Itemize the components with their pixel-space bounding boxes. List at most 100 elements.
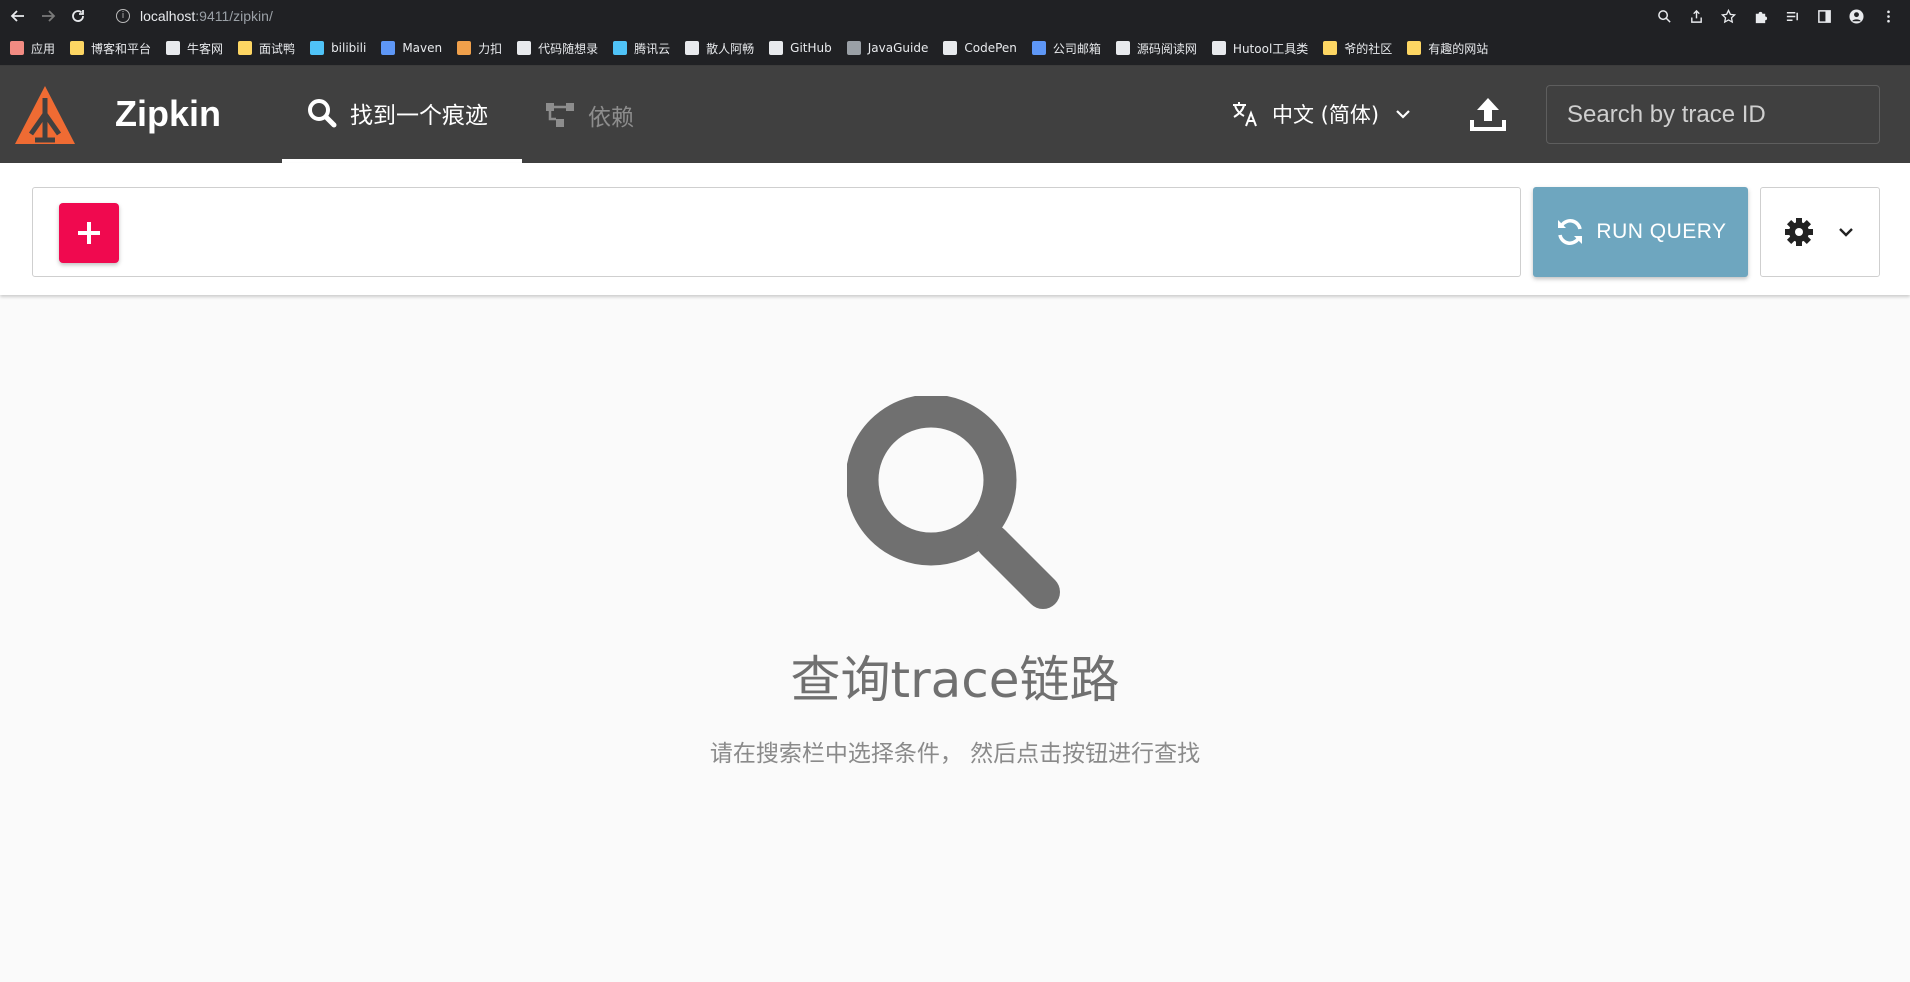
zipkin-logo-icon[interactable] bbox=[13, 84, 77, 146]
bookmark-item[interactable]: JavaGuide bbox=[846, 36, 929, 60]
url-host: localhost bbox=[140, 7, 196, 24]
language-selector[interactable]: 中文 (简体) bbox=[1230, 92, 1415, 136]
extensions-button[interactable] bbox=[1744, 4, 1776, 28]
bookmark-label: CodePen bbox=[964, 41, 1017, 55]
bookmark-label: 源码阅读网 bbox=[1136, 41, 1197, 56]
trace-id-search-input[interactable] bbox=[1546, 85, 1880, 144]
bookmark-label: 博客和平台 bbox=[91, 41, 152, 56]
bookmark-label: 力扣 bbox=[478, 41, 503, 56]
sidepanel-button[interactable] bbox=[1808, 4, 1840, 28]
profile-button[interactable] bbox=[1840, 4, 1872, 28]
plus-icon bbox=[78, 222, 100, 244]
app-header: Zipkin 找到一个痕迹 依赖 中文 (简体) bbox=[0, 66, 1910, 163]
share-button[interactable] bbox=[1680, 4, 1712, 28]
bookmark-label: 爷的社区 bbox=[1344, 41, 1393, 56]
reload-button[interactable] bbox=[66, 4, 90, 28]
url-path: :9411/zipkin/ bbox=[195, 7, 273, 24]
site-info-icon[interactable]: i bbox=[116, 8, 130, 23]
bookmark-item[interactable]: 爷的社区 bbox=[1323, 36, 1392, 60]
bookmark-item[interactable]: 源码阅读网 bbox=[1115, 36, 1197, 60]
p-icon bbox=[517, 41, 532, 55]
playlist-icon bbox=[1786, 11, 1798, 21]
bookmark-item[interactable]: 力扣 bbox=[457, 36, 502, 60]
language-label: 中文 (简体) bbox=[1272, 103, 1380, 127]
bookmark-item[interactable]: 博客和平台 bbox=[70, 36, 151, 60]
query-bar: RUN QUERY bbox=[0, 163, 1910, 295]
empty-state-description: 请在搜索栏中选择条件， 然后点击按钮进行查找 bbox=[709, 741, 1201, 767]
translate-icon bbox=[1233, 102, 1257, 127]
run-query-button[interactable]: RUN QUERY bbox=[1533, 187, 1748, 277]
back-button[interactable] bbox=[6, 4, 30, 28]
duck-icon bbox=[238, 41, 253, 55]
bookmark-label: Hutool工具类 bbox=[1232, 41, 1309, 56]
bookmark-item[interactable]: 有趣的网站 bbox=[1407, 36, 1488, 60]
add-criteria-button[interactable] bbox=[59, 203, 119, 263]
magnifier-illustration-icon bbox=[847, 396, 1060, 609]
bookmark-label: GitHub bbox=[790, 41, 832, 55]
bookmark-item[interactable]: GitHub bbox=[769, 36, 832, 60]
refresh-icon bbox=[1558, 219, 1583, 245]
bookmark-item[interactable]: 腾讯云 bbox=[613, 36, 670, 60]
gear-icon bbox=[1785, 218, 1813, 246]
run-query-label: RUN QUERY bbox=[1596, 220, 1727, 243]
bookmark-label: JavaGuide bbox=[867, 41, 929, 55]
bookmark-label: Maven bbox=[402, 41, 443, 55]
bookmark-item[interactable]: bilibili bbox=[310, 36, 366, 60]
bookmark-label: bilibili bbox=[331, 41, 367, 55]
bookmark-label: 面试鸭 bbox=[259, 41, 296, 56]
bookmark-item[interactable]: Maven bbox=[381, 36, 442, 60]
chevron-down-icon bbox=[1839, 228, 1853, 237]
bookmark-item[interactable]: 面试鸭 bbox=[238, 36, 295, 60]
mail-icon bbox=[1031, 41, 1046, 55]
bookmark-item[interactable]: 应用 bbox=[10, 36, 55, 60]
bookmark-item[interactable]: 公司邮箱 bbox=[1031, 36, 1101, 60]
tab-find-trace-label: 找到一个痕迹 bbox=[350, 102, 488, 129]
leetcode-icon bbox=[457, 41, 472, 55]
browser-actions bbox=[1648, 4, 1904, 28]
bookmark-item[interactable]: Hutool工具类 bbox=[1211, 36, 1309, 60]
avatar-icon bbox=[1848, 8, 1864, 24]
bookmark-label: 公司邮箱 bbox=[1052, 41, 1101, 56]
upload-icon[interactable] bbox=[1468, 94, 1508, 134]
bookmark-label: 代码随想录 bbox=[538, 41, 599, 56]
bookmark-item[interactable]: CodePen bbox=[943, 36, 1017, 60]
folder-icon bbox=[1323, 41, 1338, 55]
search-icon bbox=[308, 98, 337, 127]
source-icon bbox=[1115, 41, 1130, 55]
nowcoder-icon bbox=[166, 41, 181, 55]
kebab-menu-icon bbox=[1886, 10, 1890, 22]
share-icon bbox=[1690, 9, 1702, 23]
zoom-icon bbox=[1657, 9, 1671, 23]
maven-icon bbox=[381, 41, 396, 55]
bookmark-item[interactable]: 代码随想录 bbox=[517, 36, 598, 60]
tab-find-trace[interactable]: 找到一个痕迹 bbox=[282, 66, 522, 163]
puzzle-icon bbox=[1755, 11, 1767, 23]
bookmark-item[interactable]: 散人阿畅 bbox=[685, 36, 754, 60]
settings-dropdown-button[interactable] bbox=[1760, 187, 1880, 277]
search-criteria-box[interactable] bbox=[32, 187, 1521, 277]
media-button[interactable] bbox=[1776, 4, 1808, 28]
address-bar[interactable]: i localhost:9411/zipkin/ bbox=[104, 3, 1784, 28]
dependency-graph-icon bbox=[546, 102, 574, 127]
cloud-icon bbox=[613, 41, 628, 55]
arrow-left-icon bbox=[10, 9, 24, 22]
hutool-icon bbox=[1211, 41, 1226, 55]
bookmark-label: 腾讯云 bbox=[634, 41, 671, 56]
apps-grid-icon bbox=[10, 41, 24, 55]
brand-title[interactable]: Zipkin bbox=[115, 93, 221, 135]
bookmarks-bar: 应用 博客和平台 牛客网 面试鸭 bilibili Maven 力扣 代码随想录 腾讯云 散人阿畅… bbox=[0, 31, 1910, 66]
chrome-icon bbox=[685, 41, 700, 55]
github-icon bbox=[769, 41, 784, 55]
javaguide-icon bbox=[846, 41, 861, 55]
folder-icon bbox=[1407, 41, 1422, 55]
sidepanel-icon bbox=[1817, 9, 1831, 23]
zoom-button[interactable] bbox=[1648, 4, 1680, 28]
forward-button[interactable] bbox=[36, 4, 60, 28]
bookmark-star-button[interactable] bbox=[1712, 4, 1744, 28]
bookmark-label: 散人阿畅 bbox=[706, 41, 755, 56]
empty-state-title: 查询trace链路 bbox=[790, 651, 1120, 709]
menu-button[interactable] bbox=[1872, 4, 1904, 28]
bookmark-label: 应用 bbox=[31, 41, 56, 56]
tab-dependencies[interactable]: 依赖 bbox=[540, 66, 670, 163]
bookmark-item[interactable]: 牛客网 bbox=[166, 36, 223, 60]
